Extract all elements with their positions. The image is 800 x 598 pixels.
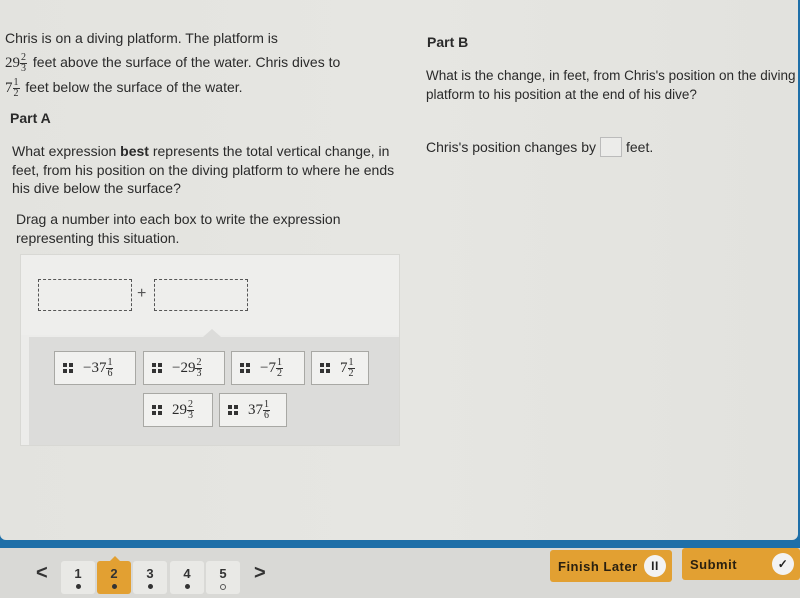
number-tile[interactable]: −37 1 6 [54, 351, 136, 385]
submit-button[interactable]: Submit ✓ [682, 548, 800, 580]
status-dot [184, 584, 190, 589]
number-tile[interactable]: 37 1 6 [219, 393, 287, 427]
finish-later-button[interactable]: Finish Later II [550, 550, 672, 582]
drag-handle-icon [320, 363, 330, 373]
stem-line-1: Chris is on a diving platform. The platf… [5, 30, 278, 46]
drag-handle-icon [63, 363, 73, 373]
page-button-1[interactable]: 1 [61, 561, 95, 594]
number-tile[interactable]: 29 2 3 [143, 393, 213, 427]
page-button-2[interactable]: 2 [97, 556, 131, 594]
answer-input[interactable] [599, 137, 622, 157]
question-panel: Chris is on a diving platform. The platf… [0, 0, 798, 540]
tile-fraction: 16 [263, 398, 270, 421]
platform-height-fraction: 23 [20, 51, 27, 74]
prev-arrow-icon[interactable]: < [36, 562, 48, 585]
stem-line-3: 712 feet below the surface of the water. [5, 76, 243, 99]
page-button-4[interactable]: 4 [170, 561, 204, 594]
tile-fraction: 23 [195, 356, 203, 379]
dive-depth-whole: 7 [5, 80, 13, 96]
drag-handle-icon [152, 363, 162, 373]
number-tile[interactable]: −7 1 2 [231, 351, 305, 385]
part-a-question: What expression best represents the tota… [12, 143, 395, 196]
part-a-heading: Part A [10, 110, 51, 126]
part-b-answer-row: Chris's position changes by feet. [426, 137, 654, 157]
tile-fraction: 23 [187, 398, 194, 421]
part-b-question: What is the change, in feet, from Chris'… [426, 68, 796, 102]
status-dot [220, 584, 226, 590]
expression-area: + [21, 255, 399, 335]
drag-handle-icon [152, 405, 162, 415]
drag-handle-icon [240, 363, 250, 373]
drag-and-drop-area: + −37 1 6−29 2 3−7 1 2 7 1 2 29 2 3 37 1 6 [20, 254, 400, 446]
status-dot [147, 584, 153, 589]
part-b-heading: Part B [427, 34, 469, 50]
page-button-5[interactable]: 5 [206, 561, 240, 594]
tray-notch [203, 329, 221, 337]
drag-handle-icon [228, 405, 238, 415]
part-a-instruction: Drag a number into each box to write the… [16, 211, 341, 246]
platform-height-whole: 29 [5, 55, 20, 71]
page-button-3[interactable]: 3 [133, 561, 167, 594]
number-tile[interactable]: −29 2 3 [143, 351, 225, 385]
tile-fraction: 16 [106, 356, 114, 379]
stem-line-2: 29 2 3 feet above the surface of the water… [5, 51, 341, 74]
tile-fraction: 12 [347, 356, 355, 379]
status-dot [111, 584, 117, 589]
dive-depth-fraction: 12 [12, 76, 20, 99]
drop-box-2[interactable] [154, 279, 248, 311]
status-dot [75, 584, 81, 589]
bottom-nav-bar: < 12345 > [0, 548, 800, 598]
next-arrow-icon[interactable]: > [254, 562, 266, 585]
pause-icon: II [644, 555, 666, 577]
drop-box-1[interactable] [38, 279, 132, 311]
problem-stem: Chris is on a diving platform. The platf… [5, 26, 380, 100]
check-icon: ✓ [772, 553, 794, 575]
number-tile[interactable]: 712 [311, 351, 369, 385]
tile-tray: −37 1 6−29 2 3−7 1 2 7 1 2 29 2 3 37 1 6 [29, 337, 399, 445]
tile-fraction: 12 [275, 356, 283, 379]
plus-operator: + [137, 285, 147, 302]
